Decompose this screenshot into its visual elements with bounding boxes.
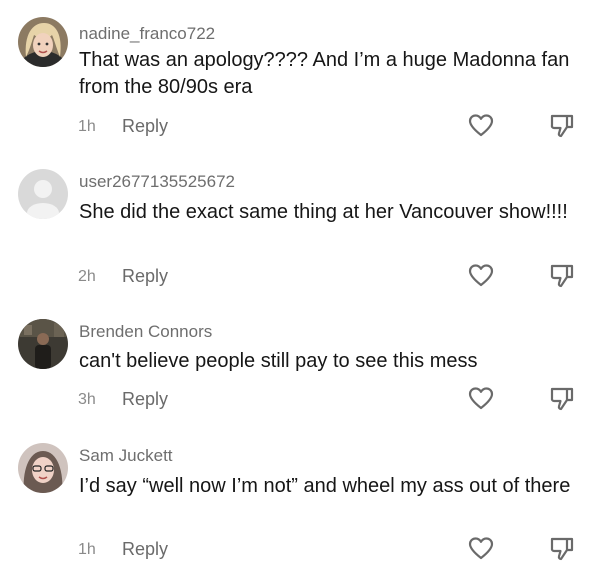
avatar[interactable]: [18, 169, 68, 219]
thumbs-down-outline-icon[interactable]: [548, 535, 576, 563]
reply-button[interactable]: Reply: [122, 389, 168, 409]
comment-item: user2677135525672 She did the exact same…: [0, 150, 595, 300]
heart-outline-icon[interactable]: [467, 535, 495, 563]
comment-timestamp: 2h: [78, 268, 96, 285]
reply-button[interactable]: Reply: [122, 539, 168, 559]
user-photo-avatar-icon: [18, 319, 68, 369]
user-photo-avatar-icon: [18, 443, 68, 493]
comment-username[interactable]: user2677135525672: [79, 172, 235, 192]
heart-outline-icon[interactable]: [467, 385, 495, 413]
comment-text: That was an apology???? And I’m a huge M…: [79, 49, 570, 98]
default-avatar-icon: [18, 169, 68, 219]
comment-text: She did the exact same thing at her Vanc…: [79, 201, 568, 223]
comment-item: Brenden Connors can't believe people sti…: [0, 300, 595, 425]
reply-button[interactable]: Reply: [122, 266, 168, 286]
thumbs-down-outline-icon[interactable]: [548, 112, 576, 140]
avatar[interactable]: [18, 319, 68, 369]
comment-timestamp: 1h: [78, 541, 96, 558]
comment-username[interactable]: Sam Juckett: [79, 446, 173, 466]
comment-username[interactable]: nadine_franco722: [79, 24, 215, 44]
heart-outline-icon[interactable]: [467, 112, 495, 140]
comment-item: Sam Juckett I’d say “well now I’m not” a…: [0, 425, 595, 577]
avatar[interactable]: [18, 17, 68, 67]
comment-text: I’d say “well now I’m not” and wheel my …: [79, 475, 571, 497]
comment-item: nadine_franco722 That was an apology????…: [0, 0, 595, 150]
avatar[interactable]: [18, 443, 68, 493]
reply-button[interactable]: Reply: [122, 116, 168, 136]
comment-username[interactable]: Brenden Connors: [79, 322, 212, 342]
comment-timestamp: 1h: [78, 118, 96, 135]
heart-outline-icon[interactable]: [467, 262, 495, 290]
user-photo-avatar-icon: [18, 17, 68, 67]
comment-text: can't believe people still pay to see th…: [79, 350, 478, 372]
thumbs-down-outline-icon[interactable]: [548, 385, 576, 413]
thumbs-down-outline-icon[interactable]: [548, 262, 576, 290]
comment-timestamp: 3h: [78, 391, 96, 408]
